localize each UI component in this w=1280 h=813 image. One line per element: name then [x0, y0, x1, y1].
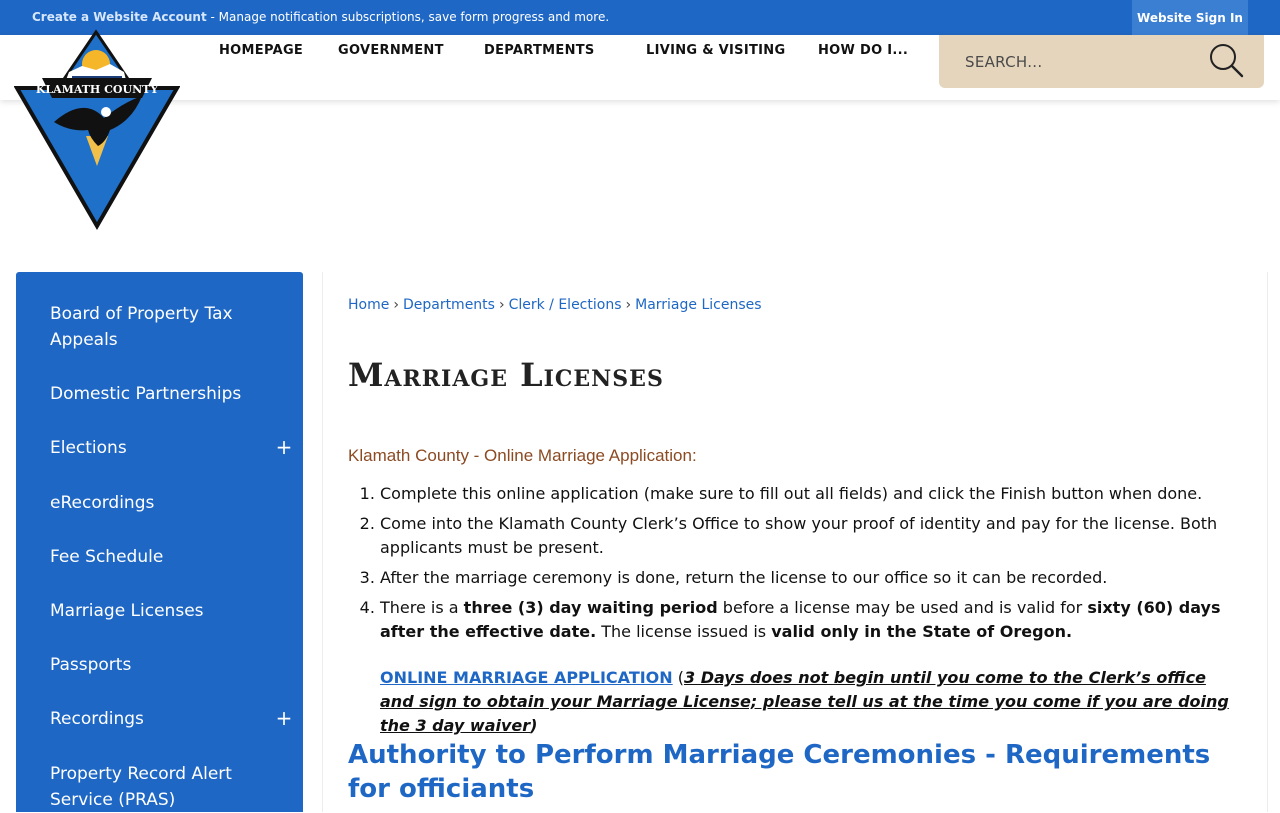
website-sign-in-button[interactable]: Website Sign In	[1132, 0, 1248, 35]
breadcrumb-departments[interactable]: Departments	[403, 297, 495, 313]
application-steps: Complete this online application (make s…	[348, 482, 1260, 650]
sidebar-item-elections[interactable]: Elections	[50, 435, 250, 461]
expand-elections-button[interactable]: +	[274, 434, 294, 460]
nav-living-visiting[interactable]: LIVING & VISITING	[646, 43, 785, 58]
officiant-requirements-heading[interactable]: Authority to Perform Marriage Ceremonies…	[348, 738, 1228, 806]
sidebar-item-marriage-licenses[interactable]: Marriage Licenses	[50, 598, 250, 624]
klamath-county-logo[interactable]: KLAMATH COUNTY	[14, 26, 180, 232]
sidebar-item-property-record-alert-service[interactable]: Property Record Alert Service (PRAS)	[50, 761, 250, 813]
step4-bold: valid only in the State of Oregon.	[771, 622, 1073, 641]
application-link-block: ONLINE MARRIAGE APPLICATION (3 Days does…	[380, 666, 1230, 738]
site-header: HOMEPAGE GOVERNMENT DEPARTMENTS LIVING &…	[0, 35, 1280, 100]
account-message-text: - Manage notification subscriptions, sav…	[206, 10, 610, 24]
list-item: Come into the Klamath County Clerk’s Off…	[380, 512, 1260, 560]
nav-how-do-i[interactable]: HOW DO I...	[818, 43, 908, 58]
create-account-link[interactable]: Create a Website Account	[32, 10, 207, 24]
search-input[interactable]	[963, 49, 1187, 75]
sidebar-item-fee-schedule[interactable]: Fee Schedule	[50, 544, 250, 570]
top-notification-bar: Create a Website Account - Manage notifi…	[0, 0, 1280, 35]
breadcrumb: Home › Departments › Clerk / Elections › Marri…	[348, 297, 762, 313]
app-note-open: (	[672, 668, 684, 687]
main-content: Home › Departments › Clerk / Elections › Marri…	[322, 272, 1268, 812]
search-box	[939, 35, 1264, 88]
list-item: Complete this online application (make s…	[380, 482, 1260, 506]
nav-departments[interactable]: DEPARTMENTS	[484, 43, 595, 58]
breadcrumb-home[interactable]: Home	[348, 297, 389, 313]
online-marriage-application-link[interactable]: ONLINE MARRIAGE APPLICATION	[380, 668, 673, 687]
sidebar-item-domestic-partnerships[interactable]: Domestic Partnerships	[50, 381, 250, 407]
nav-government[interactable]: GOVERNMENT	[338, 43, 444, 58]
sidebar-item-erecordings[interactable]: eRecordings	[50, 490, 250, 516]
breadcrumb-marriage-licenses[interactable]: Marriage Licenses	[635, 297, 761, 313]
list-item: There is a three (3) day waiting period …	[380, 596, 1260, 644]
breadcrumb-separator: ›	[625, 297, 632, 313]
app-note-close: )	[530, 716, 538, 735]
step4-text: before a license may be used and is vali…	[717, 598, 1088, 617]
expand-recordings-button[interactable]: +	[274, 705, 294, 731]
logo-text: KLAMATH COUNTY	[36, 83, 159, 96]
step4-text: There is a	[380, 598, 464, 617]
sidebar-nav: Board of Property Tax Appeals Domestic P…	[16, 272, 303, 812]
section-subtitle: Klamath County - Online Marriage Applica…	[348, 446, 697, 465]
sidebar-item-passports[interactable]: Passports	[50, 652, 250, 678]
breadcrumb-clerk-elections[interactable]: Clerk / Elections	[509, 297, 622, 313]
search-icon[interactable]	[1207, 41, 1245, 79]
account-message: Create a Website Account - Manage notifi…	[32, 10, 609, 24]
page-title: Marriage Licenses	[348, 356, 664, 394]
breadcrumb-separator: ›	[498, 297, 505, 313]
list-item: After the marriage ceremony is done, ret…	[380, 566, 1260, 590]
sidebar-item-board-of-property-tax-appeals[interactable]: Board of Property Tax Appeals	[50, 301, 250, 353]
breadcrumb-separator: ›	[393, 297, 399, 313]
step4-text: The license issued is	[596, 622, 772, 641]
sidebar-item-recordings[interactable]: Recordings	[50, 706, 250, 732]
nav-homepage[interactable]: HOMEPAGE	[219, 43, 303, 58]
step4-bold: three (3) day waiting period	[463, 598, 718, 617]
